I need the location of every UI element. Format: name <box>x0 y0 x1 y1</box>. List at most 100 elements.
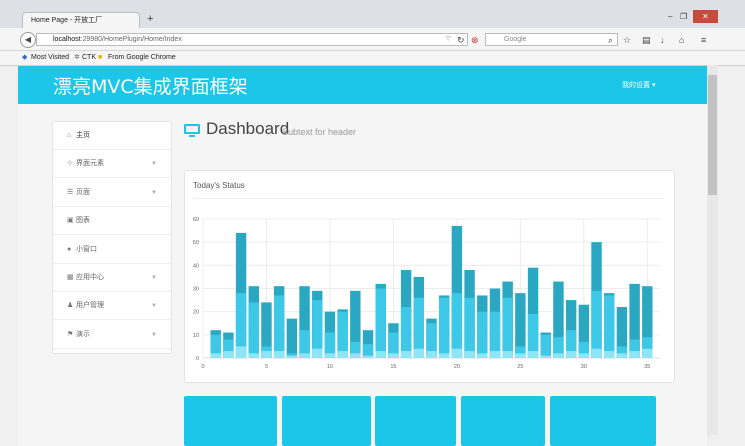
chart-bar <box>210 353 221 358</box>
chart-bar <box>286 318 298 358</box>
sidebar-item[interactable]: ⌂ 主页 <box>53 122 171 150</box>
restore-icon[interactable]: ❐ <box>680 12 687 21</box>
sidebar-item[interactable]: ♟ 用户管理 ▼ <box>53 292 171 321</box>
chart-bar <box>350 353 361 358</box>
chart-bar <box>438 297 450 358</box>
y-tick-label: 10 <box>193 333 199 339</box>
chart-bar <box>273 351 285 358</box>
x-tick-label: 25 <box>517 364 523 370</box>
home-icon[interactable]: ⌂ <box>679 35 684 45</box>
chart-bar <box>388 353 399 358</box>
stat-tile-users[interactable] <box>375 396 456 446</box>
page-scrollbar[interactable] <box>707 65 718 435</box>
sidebar-item-label: 页面 <box>76 188 90 196</box>
x-tick-label: 15 <box>390 364 396 370</box>
browser-tab-strip: Home Page - 开放工厂iOpenWorks + – ❐ ✕ <box>0 0 745 40</box>
chart-bar <box>324 353 336 358</box>
gear-icon: ✲ <box>74 54 80 61</box>
bookmark-from-chrome[interactable]: From Google Chrome <box>108 51 176 65</box>
chart-bar <box>515 353 526 358</box>
y-tick-label: 0 <box>196 356 199 362</box>
chart-bar <box>502 297 513 358</box>
download-icon[interactable]: ↓ <box>660 35 665 45</box>
page-title: Dashboard <box>206 119 290 138</box>
folder-icon: ■ <box>98 54 103 61</box>
star-icon[interactable]: ☆ <box>623 35 631 46</box>
chart-bar <box>540 355 551 358</box>
sidebar-item-label: 主页 <box>76 132 90 139</box>
status-card: Today's Status 0 10 20 30 40 50 60 0 5 10 15 20 25 30… <box>184 170 675 383</box>
chart-bar <box>362 355 374 358</box>
sidebar-item[interactable]: ▦ 应用中心 ▼ <box>53 264 171 292</box>
chart-bar <box>565 351 577 358</box>
x-tick-label: 0 <box>201 364 204 370</box>
stat-tile-2[interactable] <box>282 396 371 446</box>
chart-bar <box>235 346 247 358</box>
bookmarks-bar: ◆ Most Visited ✲ CTK ■ From Google Chrom… <box>0 51 745 66</box>
y-tick-label: 20 <box>193 310 199 316</box>
chevron-down-icon: ▼ <box>151 275 157 281</box>
chart-bar <box>540 334 551 358</box>
bookmark-icon: ◆ <box>22 54 28 61</box>
chart-bar <box>451 293 463 358</box>
stat-tile-calendar[interactable] <box>461 396 545 446</box>
y-tick-label: 50 <box>193 240 199 246</box>
sidebar-item[interactable]: ⊹ 界面元素 ▼ <box>53 150 171 179</box>
x-tick-label: 30 <box>581 364 587 370</box>
bookmark-ctk[interactable]: CTK <box>82 51 96 65</box>
close-window-button[interactable]: ✕ <box>693 10 718 23</box>
dropdown-icon[interactable]: ▽ <box>446 35 451 42</box>
bookmark-most-visited[interactable]: Most Visited <box>31 51 69 65</box>
x-tick-label: 10 <box>327 364 333 370</box>
chart-bar <box>400 351 412 358</box>
new-tab-button[interactable]: + <box>147 13 153 25</box>
menu-icon[interactable]: ≡ <box>701 35 706 45</box>
chart-bar <box>426 351 437 358</box>
search-input[interactable]: Google <box>485 33 618 46</box>
grid-icon: ▦ <box>67 274 74 281</box>
chart-bar <box>248 353 259 358</box>
chart-bar <box>261 351 272 358</box>
sidebar-item-label: 应用中心 <box>76 274 104 281</box>
sitemap-icon: ⊹ <box>67 160 73 168</box>
picture-icon: ▣ <box>67 217 74 225</box>
chart-bar <box>375 288 386 358</box>
chart-bar <box>591 290 602 358</box>
chart-bar <box>489 351 501 358</box>
sidebar-item-label: 演示 <box>76 330 90 338</box>
chart-bar <box>489 311 501 358</box>
back-icon[interactable]: ◀ <box>20 32 36 48</box>
sidebar-item-label: 图表 <box>76 217 90 225</box>
y-tick-label: 60 <box>193 217 199 223</box>
reload-icon[interactable]: ↻ <box>457 35 465 46</box>
user-icon: ♟ <box>67 302 74 310</box>
chevron-down-icon: ▼ <box>151 331 157 338</box>
y-tick-label: 40 <box>193 263 199 269</box>
settings-menu[interactable]: 我的设置 ▾ <box>622 80 655 90</box>
chart-bar <box>464 351 475 358</box>
x-tick-label: 5 <box>265 364 268 370</box>
chart-bar <box>400 307 412 358</box>
chevron-down-icon: ▼ <box>151 189 157 196</box>
search-icon[interactable]: ⌕ <box>608 35 613 46</box>
chevron-down-icon: ▼ <box>151 303 157 310</box>
clipboard-icon[interactable]: ▤ <box>642 35 651 46</box>
sidebar-item[interactable]: ● 小窗口 <box>53 236 171 264</box>
chart-bar <box>223 351 234 358</box>
brand-title[interactable]: 漂亮MVC集成界面框架 <box>53 72 248 99</box>
stat-tile-5[interactable] <box>550 396 656 446</box>
sidebar-item[interactable]: ▣ 图表 <box>53 207 171 236</box>
app-header: 漂亮MVC集成界面框架 我的设置 ▾ <box>18 66 707 104</box>
stat-tile-1[interactable] <box>184 396 277 446</box>
sidebar-item[interactable]: ☰ 页面 ▼ <box>53 179 171 207</box>
sidebar-item[interactable]: ⚑ 演示 ▼ <box>53 321 171 349</box>
url-input[interactable]: localhost:29980/HomePlugin/Home/Index <box>36 33 468 46</box>
page-subtitle: Subtext for header <box>282 127 357 137</box>
minimize-icon[interactable]: – <box>668 12 672 21</box>
browser-tab[interactable]: Home Page - 开放工厂iOpenWorks <box>22 12 140 40</box>
chart-bar <box>312 348 323 358</box>
flag-icon: ⚑ <box>67 330 74 338</box>
scrollbar-thumb[interactable] <box>708 75 717 195</box>
stop-icon[interactable]: ⊗ <box>471 35 479 46</box>
chart-bar <box>451 348 463 358</box>
